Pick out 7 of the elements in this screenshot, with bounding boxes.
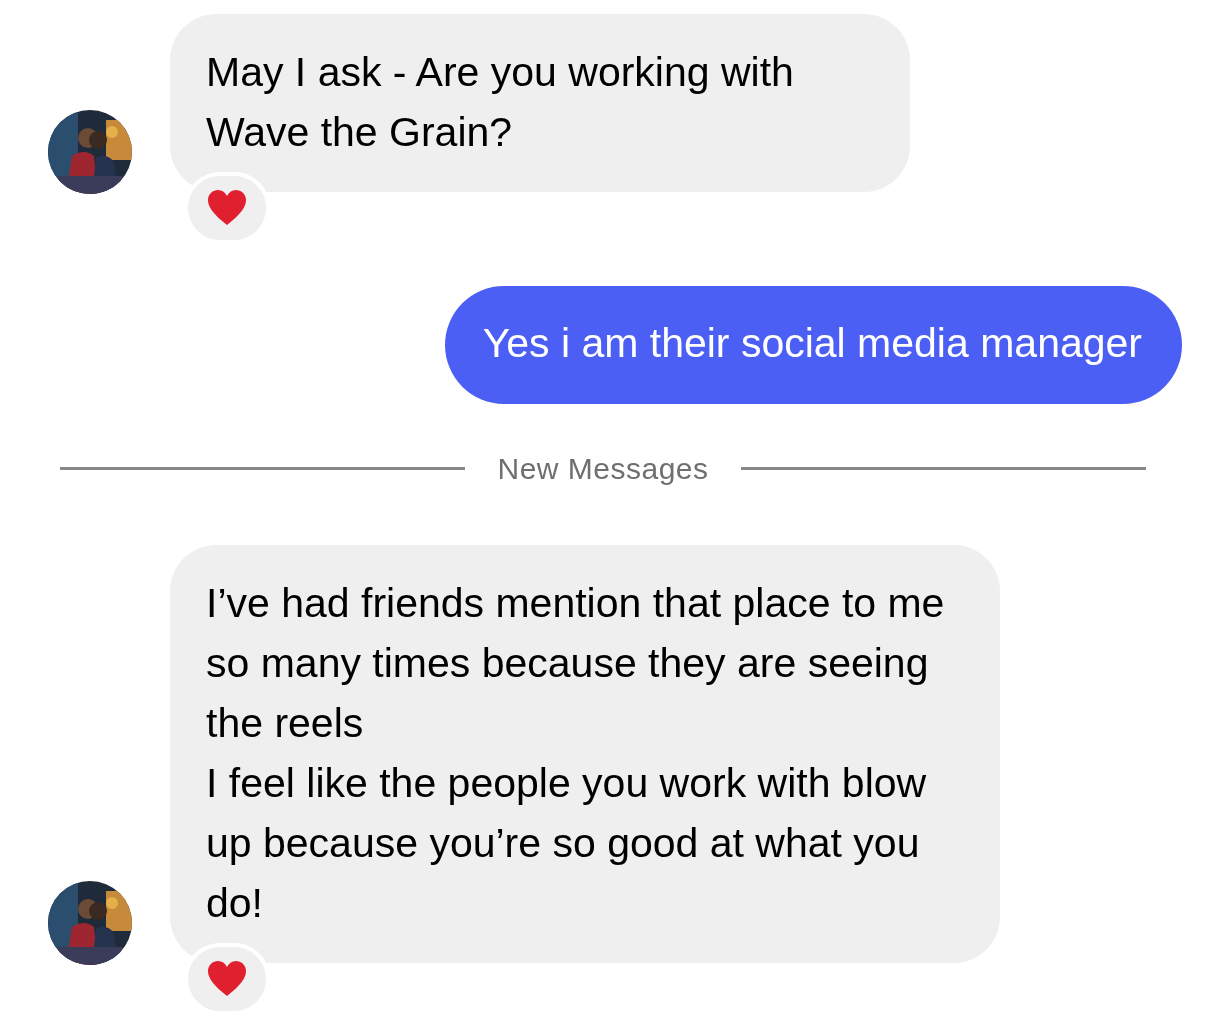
heart-icon xyxy=(207,189,247,227)
message-text: I feel like the people you work with blow up because you’re so good at what you do! xyxy=(206,759,928,928)
message-text: Yes i am their social media manager xyxy=(482,319,1142,368)
message-text: May I ask - Are you working with Wave the Grain? xyxy=(206,48,795,157)
message-text: I’ve had friends mention that place to me so many times because they are seeing the reels xyxy=(206,579,946,748)
divider-label: New Messages xyxy=(497,451,709,487)
heart-icon xyxy=(207,960,247,998)
